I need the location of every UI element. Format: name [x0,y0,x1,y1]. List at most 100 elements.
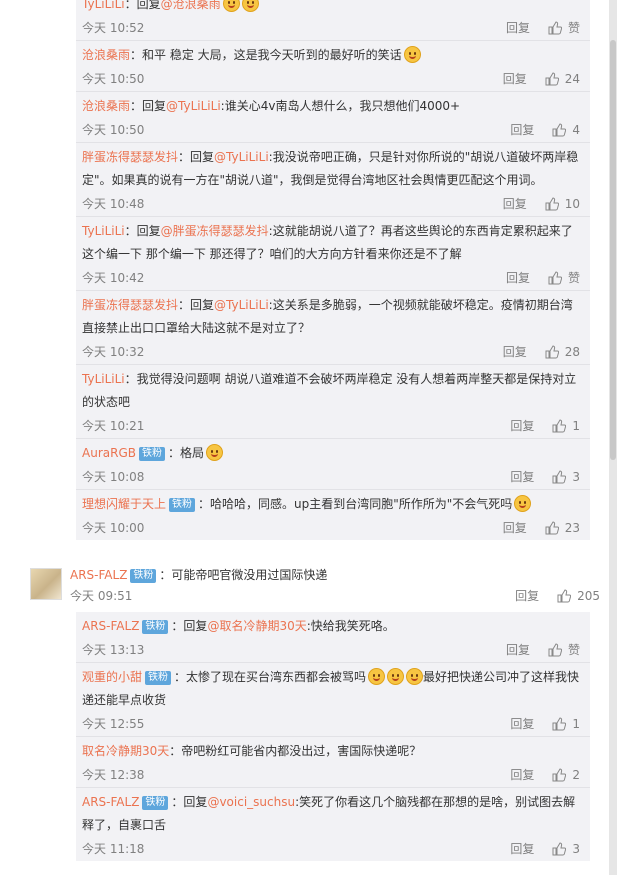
reply-button[interactable]: 回复 [503,67,527,91]
mention-link[interactable]: @TyLiLiLi [166,99,221,113]
separator: ： [174,670,187,684]
reply-button[interactable]: 回复 [510,712,534,736]
username-link[interactable]: 观重的小甜 [82,670,142,684]
like-button[interactable]: 205 [557,584,600,608]
thumbs-up-icon [548,271,562,285]
username-link[interactable]: ARS-FALZ [82,619,139,633]
reply-text: 理想闪耀于天上 铁粉 ：哈哈哈，同感。up主看到台湾同胞"所作所为"不会气死吗 [82,490,584,516]
separator: ：回复 [178,298,215,312]
like-button[interactable]: 24 [545,67,580,91]
mention-link[interactable]: @TyLiLiLi [214,298,269,312]
thumbs-up-icon [545,521,559,535]
reply-text: TyLiLiLi：回复@胖蛋冻得瑟瑟发抖:这就能胡说八道了？再者这些舆论的东西肯… [82,217,584,266]
reply-meta: 今天 12:55 回复 1 [82,712,584,736]
reply-button[interactable]: 回复 [503,340,527,364]
timestamp: 10:42 [109,271,145,285]
reply-button[interactable]: 回复 [506,266,530,290]
reply-text: TyLiLiLi：回复@沧浪桑雨 [82,0,584,16]
reply-button[interactable]: 回复 [515,584,539,608]
reply-panel-bottom: ARS-FALZ 铁粉 ：回复@取名冷静期30天:快给我笑死咯。今天 13:13 回复… [76,612,590,861]
separator: ：回复 [124,0,161,11]
thumbs-up-icon [552,768,567,782]
username-link[interactable]: TyLiLiLi [82,372,125,386]
timestamp: 09:51 [97,589,133,603]
avatar[interactable] [30,568,62,600]
like-button[interactable]: 1 [552,414,580,438]
separator: ：回复 [130,99,167,113]
separator: ：回复 [124,224,161,238]
mention-link[interactable]: @沧浪桑雨 [161,0,221,11]
reply-button[interactable]: 回复 [510,414,534,438]
username-link[interactable]: 胖蛋冻得瑟瑟发抖 [82,150,178,164]
time-prefix: 今天 [82,521,107,535]
separator: ：回复 [171,619,208,633]
comment-body: ：可能帝吧官微没用过国际快递 [159,568,328,582]
like-button[interactable]: 1 [552,712,580,736]
like-button[interactable]: 4 [552,118,580,142]
like-button[interactable]: 10 [545,192,580,216]
username-link[interactable]: 沧浪桑雨 [82,48,130,62]
like-count: 3 [572,842,580,856]
mention-link[interactable]: @胖蛋冻得瑟瑟发抖 [161,224,269,238]
reply-button[interactable]: 回复 [506,16,530,40]
time-prefix: 今天 [82,643,107,657]
like-button[interactable]: 2 [552,763,580,787]
mention-link[interactable]: @voici_suchsu [207,795,295,809]
fan-badge: 铁粉 [138,447,165,461]
reply-button[interactable]: 回复 [503,516,527,540]
reply-button[interactable]: 回复 [503,192,527,216]
like-button[interactable]: 3 [552,837,580,861]
like-count: 23 [564,521,580,535]
username-link[interactable]: ARS-FALZ [82,795,139,809]
thumbs-up-icon [552,123,567,137]
like-count: 24 [564,72,580,86]
username-link[interactable]: TyLiLiLi [82,224,125,238]
reply-text: ARS-FALZ 铁粉 ：回复@取名冷静期30天:快给我笑死咯。 [82,612,584,638]
reply-item: TyLiLiLi：回复@胖蛋冻得瑟瑟发抖:这就能胡说八道了？再者这些舆论的东西肯… [76,217,590,291]
scrollbar-thumb[interactable] [610,40,616,460]
reply-body: 格局 [180,446,205,460]
reply-item: 沧浪桑雨：和平 稳定 大局，这是我今天听到的最好听的笑话 今天 10:50 回复 24 [76,41,590,92]
timestamp: 10:00 [109,521,145,535]
timestamp: 13:13 [109,643,145,657]
like-button[interactable]: 23 [545,516,580,540]
time-prefix: 今天 [82,72,107,86]
fan-badge: 铁粉 [169,498,196,512]
separator: ： [169,744,182,758]
reply-meta: 今天 13:13 回复 赞 [82,638,584,662]
reply-button[interactable]: 回复 [506,638,530,662]
time-prefix: 今天 [82,470,107,484]
reply-item: AuraRGB 铁粉 ：格局 今天 10:08 回复 3 [76,439,590,490]
reply-button[interactable]: 回复 [510,118,534,142]
like-button[interactable]: 28 [545,340,580,364]
fan-badge: 铁粉 [142,796,169,810]
like-button[interactable]: 赞 [548,266,580,290]
like-button[interactable]: 赞 [548,16,580,40]
comment-meta: 今天 09:51 回复 205 [70,584,600,608]
reply-button[interactable]: 回复 [510,465,534,489]
reply-meta: 今天 12:38 回复 2 [82,763,584,787]
like-button[interactable]: 3 [552,465,580,489]
thumbs-up-icon [545,72,559,86]
like-count: 赞 [567,643,580,657]
username-link[interactable]: 取名冷静期30天 [82,744,169,758]
reply-button[interactable]: 回复 [510,763,534,787]
like-count: 1 [572,419,580,433]
username-link[interactable]: TyLiLiLi [82,0,125,11]
like-button[interactable]: 赞 [548,638,580,662]
reply-body: 谁关心4v南岛人想什么，我只想他们4000+ [224,99,461,113]
username-link[interactable]: 沧浪桑雨 [82,99,130,113]
time-prefix: 今天 [82,768,107,782]
reply-meta: 今天 10:48 回复 10 [82,192,584,216]
like-count: 2 [572,768,580,782]
reply-meta: 今天 10:08 回复 3 [82,465,584,489]
username-link[interactable]: AuraRGB [82,446,136,460]
username-link[interactable]: 理想闪耀于天上 [82,497,166,511]
username-link[interactable]: 胖蛋冻得瑟瑟发抖 [82,298,178,312]
time-prefix: 今天 [82,717,107,731]
mention-link[interactable]: @取名冷静期30天 [207,619,306,633]
username-link[interactable]: ARS-FALZ [70,568,127,582]
reply-button[interactable]: 回复 [510,837,534,861]
emoji-icon [406,668,424,685]
mention-link[interactable]: @TyLiLiLi [214,150,269,164]
